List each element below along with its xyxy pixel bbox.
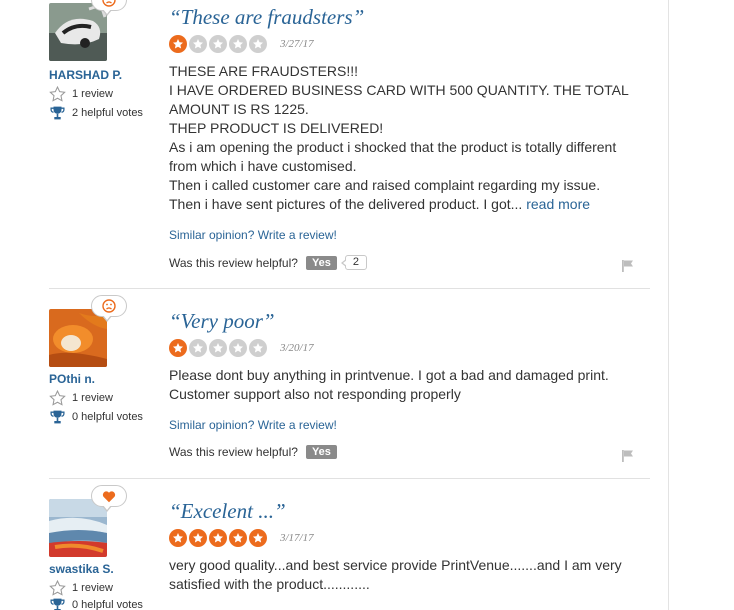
review-date: 3/20/17	[280, 342, 314, 354]
mood-bubble	[91, 485, 127, 512]
star-icon	[189, 35, 207, 53]
review-body-last-line: Then i have sent pictures of the deliver…	[169, 195, 639, 214]
review-date: 3/27/17	[280, 38, 314, 50]
reviewer-name[interactable]: HARSHAD P.	[49, 68, 122, 82]
star-icon	[249, 529, 267, 547]
star-icon	[169, 339, 187, 357]
sad-face-icon	[102, 0, 116, 7]
review-title[interactable]: “Excelent ...”	[169, 499, 286, 524]
review-body: Please dont buy anything in printvenue. …	[169, 366, 639, 404]
review-body-line: Then i have sent pictures of the deliver…	[169, 196, 523, 212]
avatar-image	[49, 309, 107, 367]
review-date: 3/17/17	[280, 532, 314, 544]
star-rating: 3/17/17	[169, 529, 314, 547]
review-divider	[49, 288, 650, 289]
trophy-icon	[50, 410, 65, 424]
avatar-image	[49, 3, 107, 61]
reviewer-name[interactable]: swastika S.	[49, 562, 114, 576]
flag-icon[interactable]	[621, 259, 635, 273]
review-body-line: Then i called customer care and raised c…	[169, 177, 601, 193]
right-column-border	[668, 0, 669, 610]
review-count-text: 1 review	[72, 582, 113, 594]
star-icon	[169, 529, 187, 547]
star-icon	[169, 35, 187, 53]
avatar-image	[49, 499, 107, 557]
star-outline-icon	[49, 86, 66, 102]
helpful-votes-text: 0 helpful votes	[72, 599, 143, 610]
review-title[interactable]: “Very poor”	[169, 309, 275, 334]
review-body: THESE ARE FRAUDSTERS!!! I HAVE ORDERED B…	[169, 62, 639, 214]
review-body-line: satisfied with the product............	[169, 576, 370, 592]
review-count: 1 review	[49, 86, 113, 102]
avatar[interactable]	[49, 485, 127, 557]
review-body-line: THESE ARE FRAUDSTERS!!!	[169, 63, 359, 79]
sad-face-icon	[102, 299, 116, 313]
trophy-icon	[50, 106, 65, 120]
mood-bubble	[91, 295, 127, 322]
review-body-line: THEP PRODUCT IS DELIVERED!	[169, 120, 384, 136]
yes-count-badge: 2	[340, 255, 368, 270]
yes-button[interactable]: Yes	[305, 445, 337, 459]
star-icon	[229, 339, 247, 357]
helpful-votes-count: 0 helpful votes	[49, 409, 143, 425]
reviewer-name[interactable]: POthi n.	[49, 372, 95, 386]
avatar[interactable]	[49, 0, 127, 61]
star-outline-icon	[49, 390, 66, 406]
star-icon	[209, 35, 227, 53]
review-count: 1 review	[49, 390, 113, 406]
write-review-link[interactable]: Similar opinion? Write a review!	[169, 418, 337, 432]
star-rating: 3/20/17	[169, 339, 314, 357]
review-body-line: AMOUNT IS RS 1225.	[169, 101, 309, 117]
review-body-line: very good quality...and best service pro…	[169, 557, 622, 573]
helpful-votes-text: 0 helpful votes	[72, 411, 143, 423]
review-count-text: 1 review	[72, 88, 113, 100]
star-icon	[189, 339, 207, 357]
review-title[interactable]: “These are fraudsters”	[169, 5, 364, 30]
write-review-link[interactable]: Similar opinion? Write a review!	[169, 228, 337, 242]
review-count-text: 1 review	[72, 392, 113, 404]
review-body-line: from which i have customised.	[169, 158, 357, 174]
star-icon	[209, 529, 227, 547]
star-outline-icon	[49, 580, 66, 596]
mood-bubble	[91, 0, 127, 16]
review-body: very good quality...and best service pro…	[169, 556, 639, 594]
yes-button[interactable]: Yes	[305, 255, 337, 270]
read-more-link[interactable]: read more	[526, 196, 590, 212]
heart-icon	[102, 490, 116, 502]
review-body-line: Please dont buy anything in printvenue. …	[169, 367, 609, 383]
star-icon	[189, 529, 207, 547]
star-icon	[229, 35, 247, 53]
review-count: 1 review	[49, 580, 113, 596]
star-icon	[249, 339, 267, 357]
star-rating: 3/27/17	[169, 35, 314, 53]
avatar[interactable]	[49, 295, 127, 367]
star-icon	[249, 35, 267, 53]
review-body-line: As i am opening the product i shocked th…	[169, 139, 617, 155]
helpful-question: Was this review helpful?	[169, 255, 298, 270]
star-icon	[229, 529, 247, 547]
review-divider	[49, 478, 650, 479]
helpful-votes-count: 2 helpful votes	[49, 105, 143, 121]
star-icon	[209, 339, 227, 357]
flag-icon[interactable]	[621, 449, 635, 463]
helpful-question: Was this review helpful?	[169, 445, 298, 459]
review-body-line: Customer support also not responding pro…	[169, 386, 461, 402]
helpful-row: Was this review helpful? Yes	[169, 445, 337, 459]
trophy-icon	[50, 598, 65, 610]
helpful-votes-text: 2 helpful votes	[72, 107, 143, 119]
review-body-line: I HAVE ORDERED BUSINESS CARD WITH 500 QU…	[169, 82, 629, 98]
helpful-votes-count: 0 helpful votes	[49, 597, 143, 610]
helpful-row: Was this review helpful? Yes 2	[169, 255, 368, 270]
